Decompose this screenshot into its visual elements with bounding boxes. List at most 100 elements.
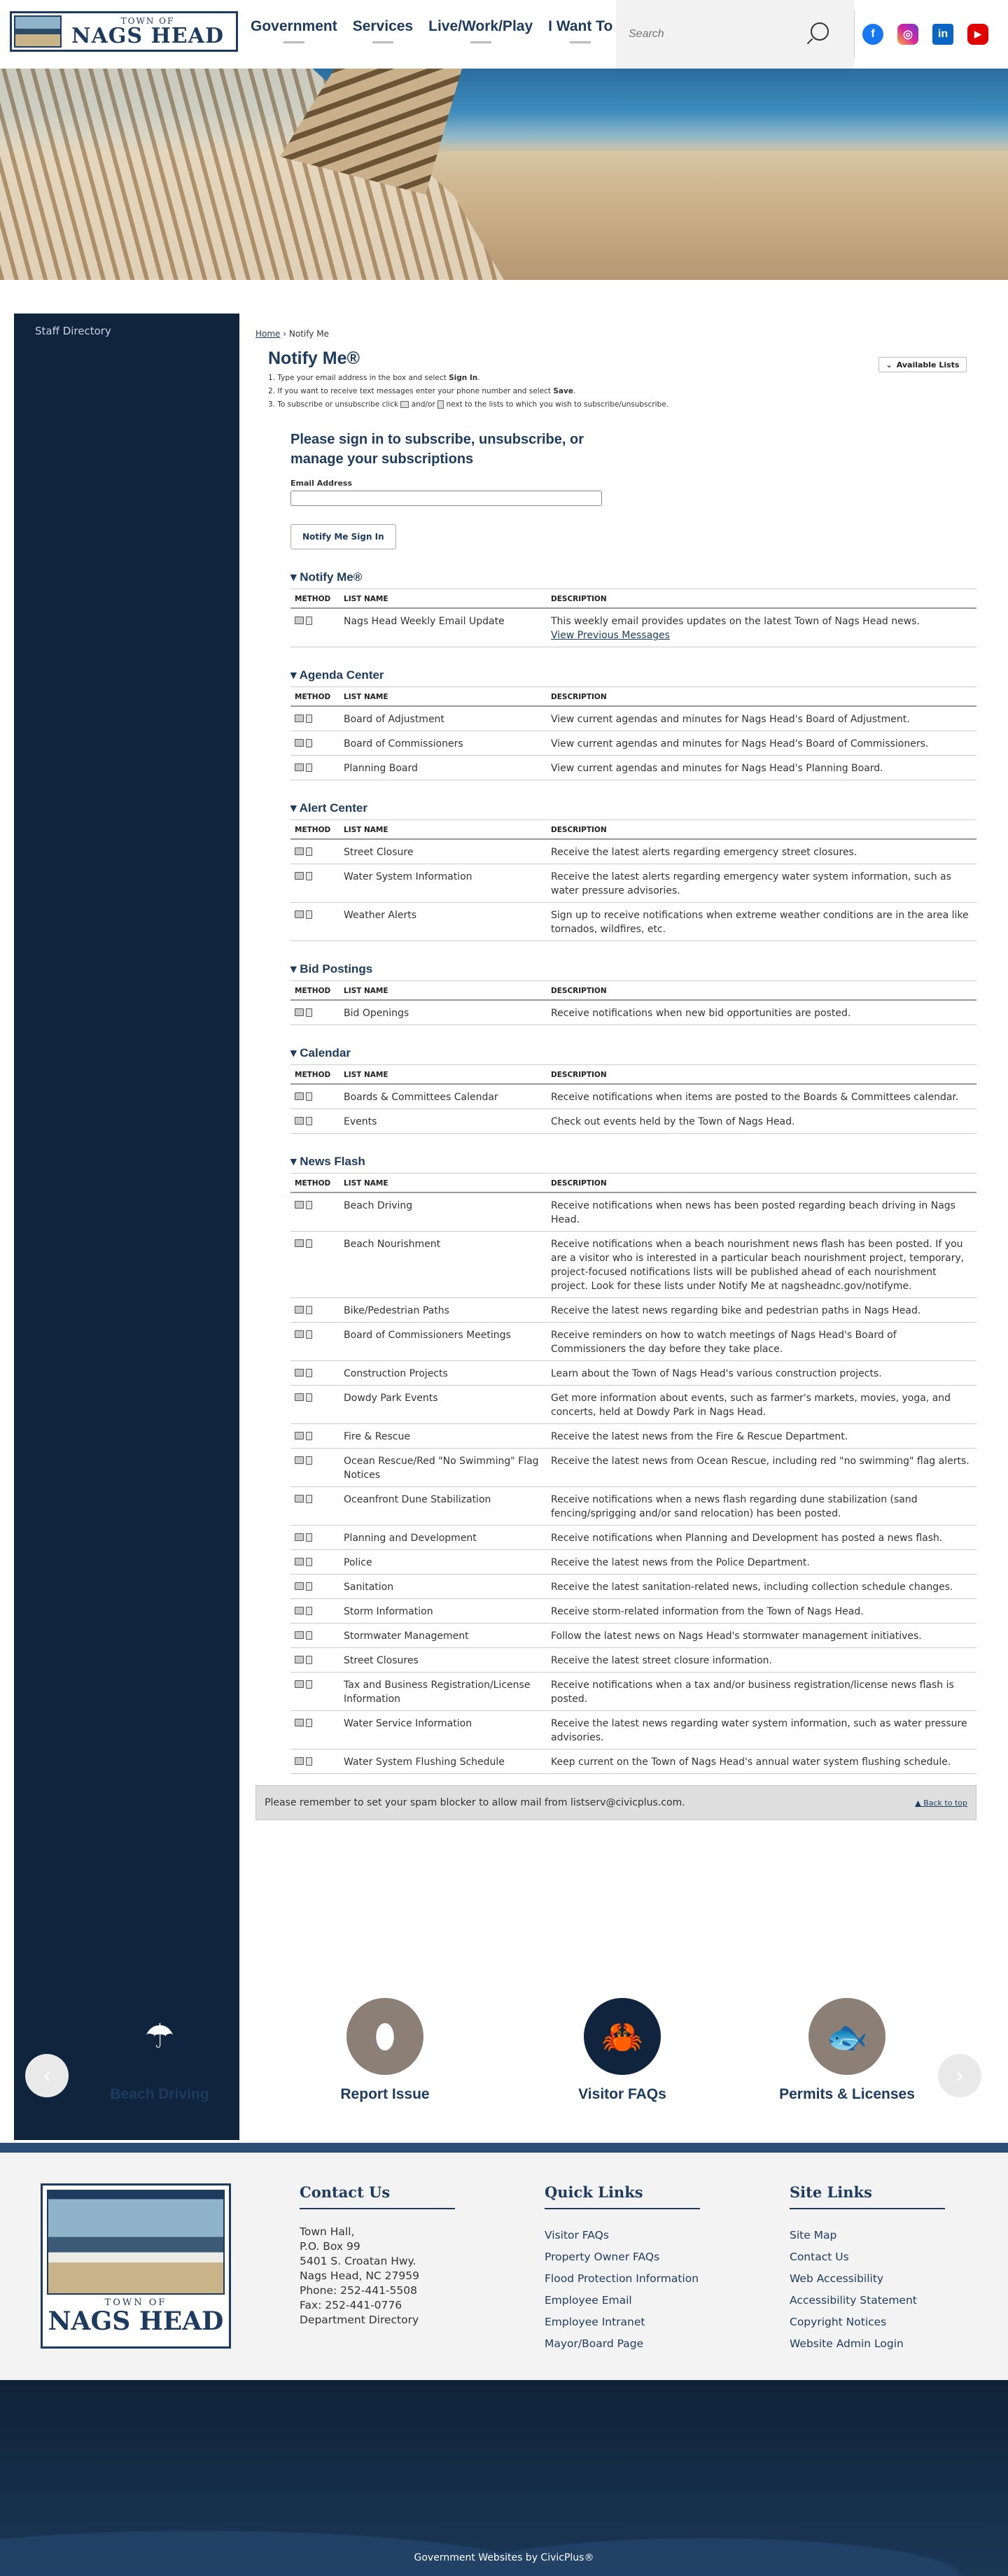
search-icon[interactable] [811,22,829,41]
section-heading[interactable]: ▾ News Flash [290,1155,976,1174]
email-subscribe-icon[interactable] [295,1719,304,1726]
sms-subscribe-icon[interactable] [306,1393,312,1402]
email-subscribe-icon[interactable] [295,1680,304,1688]
site-link[interactable]: Copyright Notices [790,2311,945,2333]
sms-subscribe-icon[interactable] [306,1558,312,1566]
back-to-top-link[interactable]: ▲ Back to top [915,1799,967,1808]
section-heading[interactable]: ▾ Alert Center [290,801,976,820]
email-subscribe-icon[interactable] [295,1239,304,1247]
site-link[interactable]: Site Map [790,2225,945,2246]
sms-subscribe-icon[interactable] [306,1719,312,1727]
sms-subscribe-icon[interactable] [306,1092,312,1101]
site-link[interactable]: Accessibility Statement [790,2290,945,2311]
email-subscribe-icon[interactable] [295,739,304,747]
nav-government[interactable]: Government [251,18,337,43]
powered-by-link[interactable]: Government Websites by CivicPlus® [0,2552,1008,2563]
email-subscribe-icon[interactable] [295,763,304,771]
quick-link[interactable]: Employee Intranet [545,2311,700,2333]
nav-live-work-play[interactable]: Live/Work/Play [428,18,533,43]
email-subscribe-icon[interactable] [295,1393,304,1401]
email-subscribe-icon[interactable] [295,1607,304,1614]
sms-subscribe-icon[interactable] [306,1495,312,1503]
tile-report-issue[interactable]: ⬮ Report Issue [315,1998,455,2103]
sidebar-item-staff-directory[interactable]: Staff Directory [14,314,239,349]
tile-visitor-faqs[interactable]: 🦀 Visitor FAQs [552,1998,692,2103]
nav-services[interactable]: Services [353,18,413,43]
quick-link[interactable]: Flood Protection Information [545,2268,700,2290]
sms-subscribe-icon[interactable] [306,617,312,625]
sms-subscribe-icon[interactable] [306,1201,312,1209]
tile-beach-driving[interactable]: ☂ Beach Driving [90,1998,230,2103]
nav-i-want-to[interactable]: I Want To [548,18,612,43]
email-subscribe-icon[interactable] [295,1495,304,1502]
email-subscribe-icon[interactable] [295,1558,304,1565]
email-subscribe-icon[interactable] [295,1631,304,1639]
site-link[interactable]: Contact Us [790,2246,945,2268]
footer-logo[interactable]: TOWN OF NAGS HEAD [41,2183,231,2349]
email-subscribe-icon[interactable] [295,1656,304,1663]
email-field[interactable] [290,491,602,506]
sms-subscribe-icon[interactable] [306,1117,312,1125]
email-subscribe-icon[interactable] [295,1533,304,1541]
email-subscribe-icon[interactable] [295,847,304,855]
quick-link[interactable]: Visitor FAQs [545,2225,700,2246]
instagram-icon[interactable]: ◎ [897,24,918,45]
section-heading[interactable]: ▾ Agenda Center [290,668,976,687]
notify-signin-button[interactable]: Notify Me Sign In [290,524,396,549]
section-heading[interactable]: ▾ Calendar [290,1046,976,1065]
sms-subscribe-icon[interactable] [306,1330,312,1339]
email-subscribe-icon[interactable] [295,1432,304,1440]
sms-subscribe-icon[interactable] [306,847,312,856]
view-previous-messages-link[interactable]: View Previous Messages [551,630,670,641]
linkedin-icon[interactable]: in [932,24,953,45]
quick-link[interactable]: Property Owner FAQs [545,2246,700,2268]
sms-subscribe-icon[interactable] [306,1432,312,1440]
email-subscribe-icon[interactable] [295,1369,304,1377]
site-logo[interactable]: TOWN OF NAGS HEAD [10,11,238,52]
sms-subscribe-icon[interactable] [306,1239,312,1248]
site-link[interactable]: Website Admin Login [790,2333,945,2355]
email-subscribe-icon[interactable] [295,1092,304,1100]
email-subscribe-icon[interactable] [295,715,304,722]
email-subscribe-icon[interactable] [295,617,304,624]
sms-subscribe-icon[interactable] [306,1369,312,1377]
sms-subscribe-icon[interactable] [306,1008,312,1017]
email-subscribe-icon[interactable] [295,1117,304,1125]
tile-permits-licenses[interactable]: 🐟 Permits & Licenses [777,1998,917,2103]
email-subscribe-icon[interactable] [295,1757,304,1765]
next-arrow-button[interactable]: › [938,2054,981,2097]
sms-subscribe-icon[interactable] [306,1757,312,1766]
sms-subscribe-icon[interactable] [306,763,312,772]
sms-subscribe-icon[interactable] [306,1582,312,1591]
sms-subscribe-icon[interactable] [306,872,312,880]
sms-subscribe-icon[interactable] [306,910,312,919]
site-link[interactable]: Web Accessibility [790,2268,945,2290]
department-directory-link[interactable]: Department Directory [300,2313,455,2328]
sms-subscribe-icon[interactable] [306,1631,312,1640]
quick-link[interactable]: Mayor/Board Page [545,2333,700,2355]
email-subscribe-icon[interactable] [295,1008,304,1016]
sms-subscribe-icon[interactable] [306,1656,312,1664]
sms-subscribe-icon[interactable] [306,1306,312,1314]
sms-subscribe-icon[interactable] [306,1533,312,1542]
email-subscribe-icon[interactable] [295,872,304,880]
youtube-icon[interactable]: ▶ [967,24,988,45]
prev-arrow-button[interactable]: ‹ [25,2054,69,2097]
facebook-icon[interactable]: f [862,24,883,45]
section-heading[interactable]: ▾ Notify Me® [290,570,976,589]
quick-link[interactable]: Employee Email [545,2290,700,2311]
email-subscribe-icon[interactable] [295,1330,304,1338]
email-subscribe-icon[interactable] [295,910,304,918]
section-heading[interactable]: ▾ Bid Postings [290,962,976,981]
sms-subscribe-icon[interactable] [306,715,312,723]
sms-subscribe-icon[interactable] [306,1680,312,1689]
email-subscribe-icon[interactable] [295,1456,304,1464]
available-lists-button[interactable]: ⌄ Available Lists [878,357,967,372]
sms-subscribe-icon[interactable] [306,1607,312,1615]
breadcrumb-home[interactable]: Home [255,329,280,339]
email-subscribe-icon[interactable] [295,1306,304,1314]
email-subscribe-icon[interactable] [295,1582,304,1590]
sms-subscribe-icon[interactable] [306,1456,312,1465]
sms-subscribe-icon[interactable] [306,739,312,747]
email-subscribe-icon[interactable] [295,1201,304,1209]
